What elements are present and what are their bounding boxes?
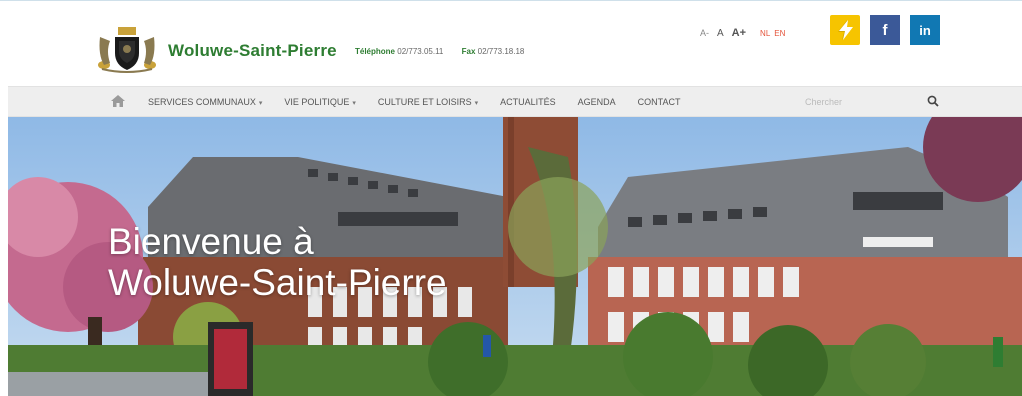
- search-input[interactable]: [803, 92, 912, 112]
- hero-title-line-1: Bienvenue à: [108, 221, 314, 262]
- site-title[interactable]: Woluwe-Saint-Pierre: [168, 41, 337, 61]
- nav-item-contact[interactable]: Contact: [638, 97, 681, 107]
- contact-info: Téléphone 02/773.05.11 Fax 02/773.18.18: [355, 47, 540, 56]
- hero-welcome-heading: Bienvenue à Woluwe-Saint-Pierre: [108, 221, 447, 303]
- facebook-link[interactable]: f: [870, 15, 900, 45]
- main-navigation: Services communaux ▾ Vie politique ▾ Cultu…: [8, 86, 1022, 117]
- chevron-down-icon: ▾: [352, 99, 356, 107]
- font-size-reset-button[interactable]: A: [717, 28, 724, 39]
- language-nl-link[interactable]: NL: [760, 29, 770, 38]
- fax-label: Fax: [461, 47, 476, 56]
- municipal-crest-logo[interactable]: [96, 25, 158, 73]
- nav-item-agenda[interactable]: Agenda: [578, 97, 616, 107]
- accessibility-tools: A- A A+ NL EN: [700, 21, 785, 45]
- phone-label: Téléphone: [355, 47, 396, 56]
- nav-item-vie-politique[interactable]: Vie politique ▾: [284, 97, 356, 107]
- language-en-link[interactable]: EN: [774, 29, 785, 38]
- home-icon[interactable]: [110, 94, 126, 108]
- nav-item-actualites[interactable]: Actualités: [500, 97, 556, 107]
- lightning-badge-icon[interactable]: [830, 15, 860, 45]
- nav-item-services-communaux[interactable]: Services communaux ▾: [148, 97, 262, 107]
- font-size-increase-button[interactable]: A+: [732, 27, 746, 39]
- hero-title-line-2: Woluwe-Saint-Pierre: [108, 262, 447, 303]
- site-header: Woluwe-Saint-Pierre Téléphone 02/773.05.…: [0, 0, 1022, 86]
- hero-banner: Bienvenue à Woluwe-Saint-Pierre: [8, 117, 1022, 396]
- fax-number: 02/773.18.18: [477, 47, 525, 56]
- font-size-decrease-button[interactable]: A-: [700, 28, 709, 38]
- chevron-down-icon: ▾: [474, 99, 479, 107]
- chevron-down-icon: ▾: [258, 99, 263, 107]
- nav-item-culture-et-loisirs[interactable]: Culture et loisirs ▾: [378, 97, 478, 107]
- page: Woluwe-Saint-Pierre Téléphone 02/773.05.…: [0, 0, 1022, 396]
- nav-menu: Services communaux ▾ Vie politique ▾ Cultu…: [148, 87, 703, 116]
- linkedin-link[interactable]: in: [910, 15, 940, 45]
- phone-number: 02/773.05.11: [397, 47, 444, 56]
- search-icon[interactable]: [926, 94, 940, 108]
